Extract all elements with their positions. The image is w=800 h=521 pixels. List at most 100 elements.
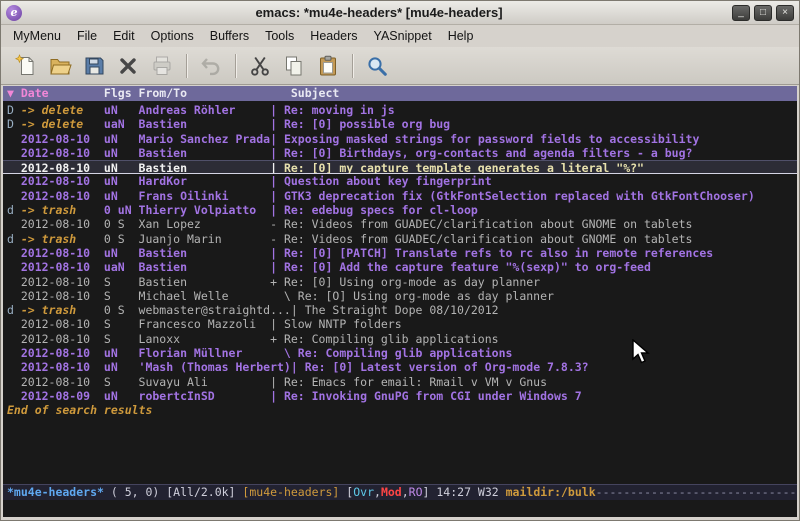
message-row[interactable]: 2012-08-10SFrancesco Mazzoli| Slow NNTP … [3,317,797,331]
message-row[interactable]: 2012-08-10uNFlorian Müllner \ Re: Compil… [3,346,797,360]
thread-indicator: | [270,189,284,203]
message-row[interactable]: 2012-08-10SMichael Welle \ Re: [O] Using… [3,289,797,303]
menu-item-options[interactable]: Options [143,26,202,46]
thread-indicator: | [270,117,284,131]
subject-cell: Re: [0] my capture template generates a … [284,161,644,173]
mode-line[interactable]: *mu4e-headers* ( 5, 0) [All/2.0k] [mu4e-… [3,484,797,500]
date-cell: 2012-08-10 [21,174,104,188]
from-cell: Florian Müllner [139,346,271,360]
subject-cell: Slow NNTP folders [284,317,402,331]
menu-item-edit[interactable]: Edit [105,26,143,46]
undo-icon[interactable] [194,51,228,81]
message-row[interactable]: 2012-08-10uNFrans Oilinki| GTK3 deprecat… [3,189,797,203]
message-row[interactable]: 2012-08-09uNrobertcInSD| Re: Invoking Gn… [3,389,797,403]
menu-item-file[interactable]: File [69,26,105,46]
message-row[interactable]: d-> trash0 uNThierry Volpiatto| Re: edeb… [3,203,797,217]
mark-char [7,189,21,203]
date-cell: 2012-08-10 [21,360,104,374]
date-cell: 2012-08-10 [21,132,104,146]
from-cell: Bastien [139,161,271,173]
echo-area[interactable] [3,500,797,517]
header-subject-column[interactable]: Subject [291,86,339,101]
titlebar[interactable]: e emacs: *mu4e-headers* [mu4e-headers] _… [1,1,799,25]
message-row[interactable]: 2012-08-100 SXan Lopez- Re: Videos from … [3,217,797,231]
message-row[interactable]: 2012-08-10uNBastien| Re: [0] my capture … [3,160,797,174]
date-cell: 2012-08-10 [21,332,104,346]
search-icon[interactable] [360,51,394,81]
emacs-frame: ▼ Date Flgs From/To Subject D-> deleteuN… [3,86,797,517]
mode-line-segment: , [374,485,381,499]
date-cell: 2012-08-10 [21,275,104,289]
message-row[interactable]: d-> trash0 SJuanjo Marin- Re: Videos fro… [3,232,797,246]
buffer-area: D-> deleteuNAndreas Röhler| Re: moving i… [3,101,797,484]
subject-cell: Re: [0] Add the capture feature "%(sexp)… [284,260,651,274]
menu-item-tools[interactable]: Tools [257,26,302,46]
mark-char [7,346,21,360]
message-row[interactable]: 2012-08-10uNMario Sanchez Prada| Exposin… [3,132,797,146]
menu-item-yasnippet[interactable]: YASnippet [366,26,440,46]
flags-cell: 0 S [104,232,139,246]
message-row[interactable]: d-> trash0 Swebmaster@straightd...| The … [3,303,797,317]
mode-line-segment: *mu4e-headers* [7,485,104,499]
open-file-icon[interactable] [43,51,77,81]
mark-char [7,375,21,389]
print-icon[interactable] [145,51,179,81]
mode-line-segment: maildir:/bulk [506,485,596,499]
message-row[interactable]: 2012-08-10uNHardKor| Question about key … [3,174,797,188]
kill-buffer-icon[interactable] [111,51,145,81]
from-cell: Lanoxx [139,332,271,346]
date-cell: -> trash [21,303,104,317]
subject-cell: The Straight Dope 08/10/2012 [305,303,499,317]
new-file-icon[interactable] [9,51,43,81]
save-icon[interactable] [77,51,111,81]
mark-char [7,389,21,403]
message-row[interactable]: 2012-08-10uNBastien| Re: [0] Birthdays, … [3,146,797,160]
message-row[interactable]: 2012-08-10uN'Mash (Thomas Herbert)| Re: … [3,360,797,374]
header-line[interactable]: ▼ Date Flgs From/To Subject [3,86,797,101]
flags-cell: uaN [104,260,139,274]
cut-icon[interactable] [243,51,277,81]
minimize-button[interactable]: _ [732,5,750,21]
message-row[interactable]: 2012-08-10SSuvayu Ali| Re: Emacs for ema… [3,375,797,389]
thread-indicator: | [270,103,284,117]
maximize-button[interactable]: □ [754,5,772,21]
date-cell: 2012-08-09 [21,389,104,403]
thread-indicator: - [270,217,284,231]
header-flags-column[interactable]: Flgs [104,86,139,101]
date-cell: -> delete [21,103,104,117]
paste-icon[interactable] [311,51,345,81]
subject-cell: Re: [0] Using org-mode as day planner [284,275,540,289]
mode-line-segment: [ [339,485,353,499]
subject-cell: Re: edebug specs for cl-loop [284,203,478,217]
mark-char [7,161,21,173]
header-date-column[interactable]: ▼ Date [7,86,104,101]
subject-cell: Exposing masked strings for password fie… [284,132,699,146]
menu-item-help[interactable]: Help [440,26,482,46]
mode-line-segment: , [402,485,409,499]
close-button[interactable]: × [776,5,794,21]
copy-icon[interactable] [277,51,311,81]
date-cell: 2012-08-10 [21,161,104,173]
thread-indicator: | [270,389,284,403]
message-row[interactable]: D-> deleteuaNBastien| Re: [0] possible o… [3,117,797,131]
subject-cell: Re: moving in js [284,103,395,117]
thread-indicator: | [291,360,305,374]
menu-item-buffers[interactable]: Buffers [202,26,257,46]
from-cell: Juanjo Marin [139,232,271,246]
thread-indicator: | [270,375,284,389]
from-cell: Mario Sanchez Prada [139,132,271,146]
thread-indicator: | [270,246,284,260]
from-cell: Andreas Röhler [139,103,271,117]
message-row[interactable]: D-> deleteuNAndreas Röhler| Re: moving i… [3,103,797,117]
date-cell: -> delete [21,117,104,131]
thread-indicator: \ [270,289,298,303]
message-row[interactable]: 2012-08-10uaNBastien| Re: [0] Add the ca… [3,260,797,274]
message-row[interactable]: 2012-08-10SLanoxx+ Re: Compiling glib ap… [3,332,797,346]
mode-line-segment: ( 5, 0) [104,485,166,499]
mark-char [7,360,21,374]
message-row[interactable]: 2012-08-10SBastien+ Re: [0] Using org-mo… [3,275,797,289]
message-row[interactable]: 2012-08-10uNBastien| Re: [0] [PATCH] Tra… [3,246,797,260]
menu-item-mymenu[interactable]: MyMenu [5,26,69,46]
menu-item-headers[interactable]: Headers [302,26,365,46]
header-from-column[interactable]: From/To [139,86,291,101]
